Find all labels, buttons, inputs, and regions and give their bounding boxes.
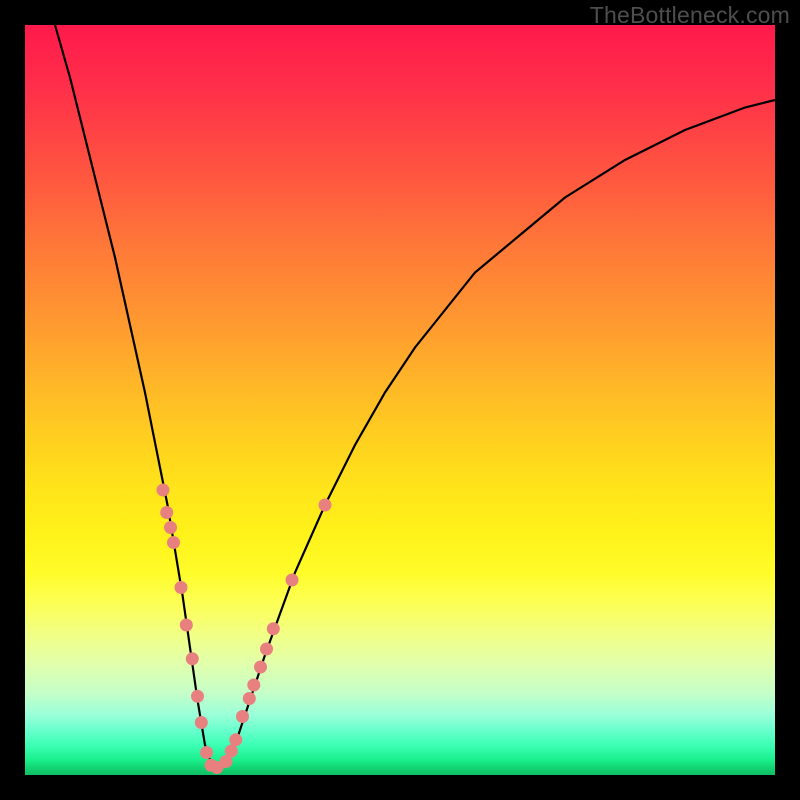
data-point bbox=[200, 746, 213, 759]
data-point bbox=[247, 679, 260, 692]
data-point bbox=[225, 745, 238, 758]
data-point bbox=[286, 574, 299, 587]
data-point bbox=[195, 716, 208, 729]
chart-frame bbox=[25, 25, 775, 775]
data-points-group bbox=[157, 484, 332, 775]
data-point bbox=[167, 536, 180, 549]
data-point bbox=[186, 652, 199, 665]
data-point bbox=[243, 692, 256, 705]
data-point bbox=[175, 581, 188, 594]
data-point bbox=[236, 710, 249, 723]
data-point bbox=[267, 622, 280, 635]
chart-svg bbox=[25, 25, 775, 775]
data-point bbox=[254, 661, 267, 674]
data-point bbox=[157, 484, 170, 497]
data-point bbox=[191, 690, 204, 703]
bottleneck-curve bbox=[55, 25, 775, 768]
data-point bbox=[260, 643, 273, 656]
data-point bbox=[164, 521, 177, 534]
data-point bbox=[160, 506, 173, 519]
data-point bbox=[229, 733, 242, 746]
data-point bbox=[319, 499, 332, 512]
data-point bbox=[180, 619, 193, 632]
